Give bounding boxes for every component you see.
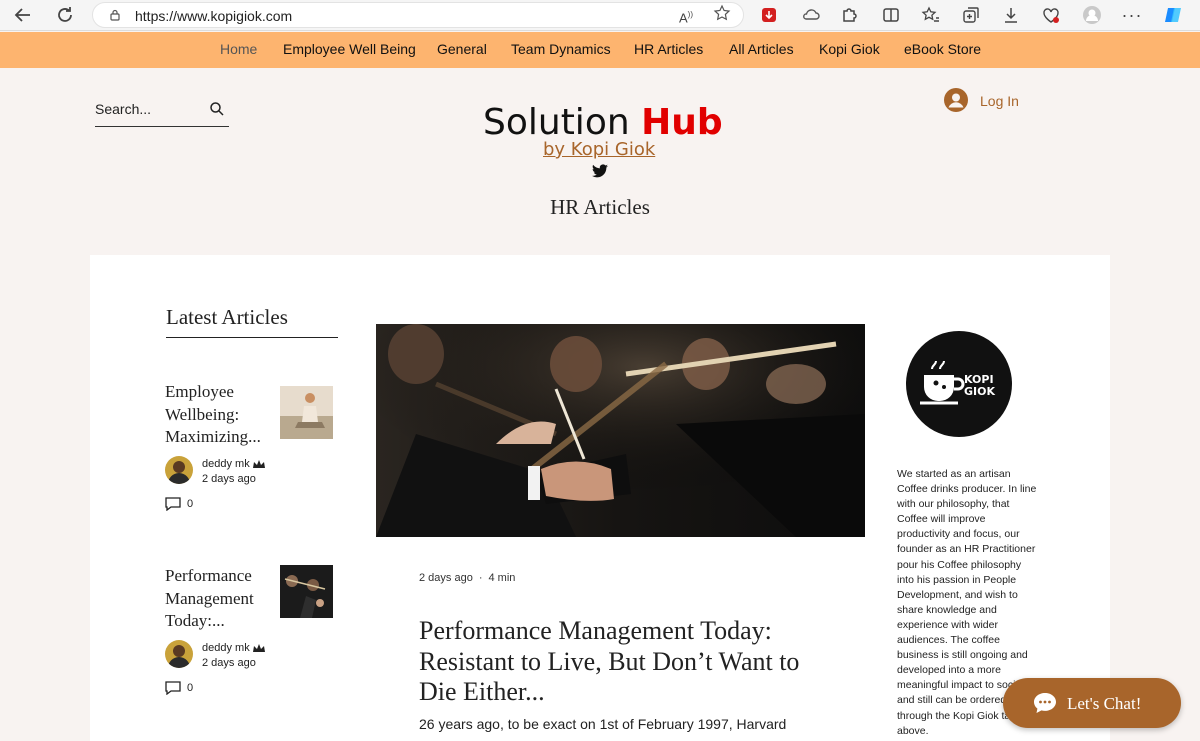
refresh-icon[interactable]: [54, 4, 76, 26]
meta-separator: ·: [478, 572, 483, 584]
profile-avatar-icon[interactable]: [1081, 4, 1103, 26]
comment-icon[interactable]: [165, 681, 181, 695]
post-meta: 2 days ago · 4 min: [419, 572, 515, 584]
author-name: deddy mk: [202, 458, 250, 470]
nav-item-all-articles[interactable]: All Articles: [729, 41, 794, 57]
post-date: 2 days ago: [419, 572, 473, 584]
browser-toolbar: https://www.kopigiok.com A)) ···: [0, 0, 1200, 31]
comment-icon[interactable]: [165, 497, 181, 511]
address-bar[interactable]: https://www.kopigiok.com A)): [92, 2, 744, 28]
nav-item-hr-articles[interactable]: HR Articles: [634, 41, 703, 57]
card-date: 2 days ago: [202, 657, 256, 669]
url-text[interactable]: https://www.kopigiok.com: [135, 8, 292, 24]
author-name: deddy mk: [202, 642, 250, 654]
browser-essentials-icon[interactable]: [1040, 4, 1062, 26]
card-title-performance-management[interactable]: Performance Management Today:...: [165, 565, 275, 633]
card-author[interactable]: deddy mk: [202, 642, 265, 654]
search-input[interactable]: Search...: [95, 100, 229, 127]
nav-item-ebook-store[interactable]: eBook Store: [904, 41, 981, 57]
read-aloud-superscript: )): [687, 10, 693, 19]
comment-count: 0: [187, 682, 194, 694]
card-thumbnail-wellbeing[interactable]: [280, 386, 333, 439]
chat-bubble-icon: [1034, 693, 1056, 713]
back-arrow-icon[interactable]: [12, 4, 34, 26]
latest-articles-heading: Latest Articles: [166, 305, 288, 329]
read-aloud-icon[interactable]: A)): [675, 4, 697, 26]
site-logo-title[interactable]: Solution Hub: [483, 102, 723, 143]
favorite-star-icon[interactable]: [711, 4, 733, 26]
extension-cloud-icon[interactable]: [800, 4, 822, 26]
nav-item-kopi-giok[interactable]: Kopi Giok: [819, 41, 880, 57]
crown-icon: [252, 459, 265, 468]
post-cover-image[interactable]: [376, 324, 865, 537]
lets-chat-button[interactable]: Let's Chat!: [1003, 678, 1181, 728]
lock-icon: [110, 9, 120, 21]
nav-item-team-dynamics[interactable]: Team Dynamics: [511, 41, 611, 57]
downloads-icon[interactable]: [1000, 4, 1022, 26]
nav-item-employee-well-being[interactable]: Employee Well Being: [283, 41, 416, 57]
card-thumbnail-orchestra[interactable]: [280, 565, 333, 618]
login-label: Log In: [980, 93, 1019, 109]
logo-accent-text: Hub: [641, 102, 723, 143]
nav-item-home[interactable]: Home: [220, 41, 257, 57]
author-avatar[interactable]: [165, 456, 193, 484]
heading-divider: [166, 337, 338, 338]
card-author[interactable]: deddy mk: [202, 458, 265, 470]
favorites-icon[interactable]: [920, 4, 942, 26]
extension-download-icon[interactable]: [758, 4, 780, 26]
twitter-icon[interactable]: [592, 164, 608, 178]
nav-item-general[interactable]: General: [437, 41, 487, 57]
kopi-giok-logo: KOPI GIOK: [906, 331, 1012, 437]
post-excerpt[interactable]: 26 years ago, to be exact on 1st of Febr…: [419, 716, 839, 732]
search-icon[interactable]: [209, 101, 225, 117]
site-nav: Home Employee Well Being General Team Dy…: [0, 32, 1200, 68]
search-placeholder: Search...: [95, 101, 152, 117]
card-date: 2 days ago: [202, 473, 256, 485]
collections-icon[interactable]: [960, 4, 982, 26]
chat-label: Let's Chat!: [1067, 694, 1142, 713]
comment-count: 0: [187, 498, 194, 510]
site-logo-subtitle[interactable]: by Kopi Giok: [543, 139, 655, 160]
logo-text-giok: GIOK: [964, 385, 995, 398]
extensions-puzzle-icon[interactable]: [838, 4, 860, 26]
split-screen-icon[interactable]: [880, 4, 902, 26]
card-title-employee-wellbeing[interactable]: Employee Wellbeing: Maximizing...: [165, 381, 275, 449]
author-avatar[interactable]: [165, 640, 193, 668]
post-title[interactable]: Performance Management Today: Resistant …: [419, 616, 839, 708]
logo-main-text: Solution: [483, 102, 642, 143]
read-aloud-glyph: A: [679, 10, 688, 26]
copilot-icon[interactable]: [1162, 4, 1184, 26]
crown-icon: [252, 643, 265, 652]
post-read-time: 4 min: [488, 572, 516, 584]
page-title: HR Articles: [550, 195, 650, 219]
user-avatar-icon: [944, 88, 968, 112]
more-menu-icon[interactable]: ···: [1121, 4, 1143, 26]
